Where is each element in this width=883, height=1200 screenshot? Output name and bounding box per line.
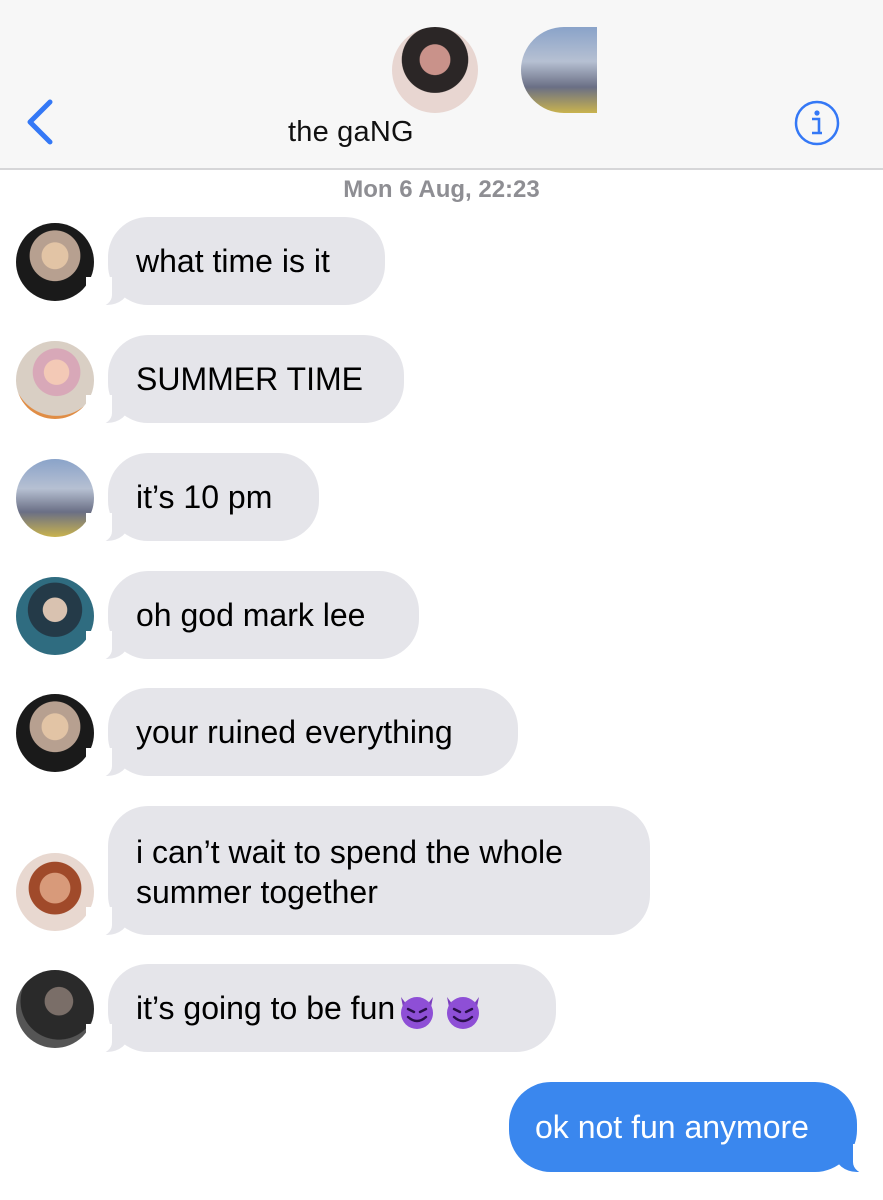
conversation-header: the gaNG — [0, 0, 883, 170]
message-text-line-2: summer together — [136, 874, 378, 910]
message-bubble[interactable]: what time is it — [86, 217, 385, 307]
message-text: what time is it — [136, 243, 330, 279]
message-text: ok not fun anymore — [535, 1109, 809, 1145]
avatar[interactable] — [16, 459, 94, 537]
smiling-devil-emoji — [401, 996, 434, 1029]
avatar[interactable] — [16, 223, 94, 301]
message-bubble[interactable]: oh god mark lee — [86, 571, 419, 661]
conversation-title[interactable]: the gaNG — [288, 116, 548, 149]
message-text-line-1: i can’t wait to spend the whole — [136, 834, 563, 870]
outgoing-message-bubble[interactable]: ok not fun anymore — [509, 1082, 879, 1174]
group-avatar-1[interactable] — [392, 27, 478, 113]
avatar[interactable] — [16, 577, 94, 655]
message-text: your ruined everything — [136, 714, 453, 750]
message-text: oh god mark lee — [136, 597, 366, 633]
message-timestamp: Mon 6 Aug, 22:23 — [0, 176, 883, 204]
avatar[interactable] — [16, 694, 94, 772]
message-text: it’s 10 pm — [136, 479, 273, 515]
timestamp-time: 22:23 — [478, 176, 540, 203]
message-bubble[interactable]: i can’t wait to spend the whole summer t… — [86, 806, 650, 937]
timestamp-day: Mon 6 Aug, — [343, 176, 472, 203]
message-text: SUMMER TIME — [136, 361, 363, 397]
group-avatar-2[interactable] — [521, 27, 597, 113]
message-text: it’s going to be fun — [136, 990, 396, 1026]
chevron-left-icon[interactable] — [22, 98, 62, 146]
avatar[interactable] — [16, 341, 94, 419]
message-bubble[interactable]: it’s going to be fun — [86, 964, 556, 1054]
info-icon[interactable] — [794, 100, 840, 146]
avatar[interactable] — [16, 853, 94, 931]
message-bubble[interactable]: SUMMER TIME — [86, 335, 404, 425]
avatar[interactable] — [16, 970, 94, 1048]
message-bubble[interactable]: your ruined everything — [86, 688, 518, 778]
message-bubble[interactable]: it’s 10 pm — [86, 453, 319, 543]
smiling-devil-emoji — [447, 996, 480, 1029]
